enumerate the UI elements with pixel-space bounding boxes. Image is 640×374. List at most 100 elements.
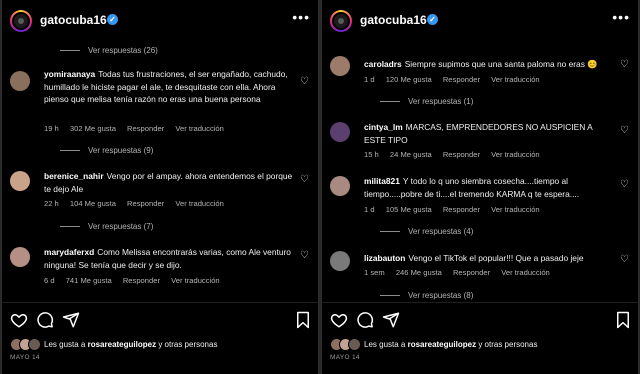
comment-time: 6 d — [44, 276, 55, 285]
comment-meta: 19 h 302 Me gusta Responder Ver traducci… — [44, 124, 233, 133]
view-replies-link[interactable]: Ver respuestas (7) — [60, 222, 153, 231]
heart-icon[interactable] — [330, 311, 348, 329]
comment-username[interactable]: milita821 — [364, 176, 400, 186]
liker-username[interactable]: rosareateguilopez — [88, 340, 156, 349]
reply-button[interactable]: Responder — [127, 124, 164, 133]
post-footer: Les gusta a rosareateguilopez y otras pe… — [2, 302, 318, 374]
comment-like-heart-icon[interactable]: ♡ — [300, 175, 310, 185]
comment-likes[interactable]: 120 Me gusta — [386, 75, 432, 84]
translate-button[interactable]: Ver traducción — [171, 276, 220, 285]
comment-like-heart-icon[interactable]: ♡ — [300, 77, 310, 87]
comment-icon[interactable] — [36, 311, 54, 329]
comment-username[interactable]: caroladrs — [364, 59, 402, 69]
comment-text: Vengo el TikTok el popular!!! Que a pasa… — [408, 253, 584, 263]
comment-body: yomiraanaya Todas tus frustraciones, el s… — [44, 68, 294, 106]
reply-button[interactable]: Responder — [127, 199, 164, 208]
translate-button[interactable]: Ver traducción — [491, 75, 540, 84]
comment-meta: 15 h 24 Me gusta Responder Ver traducció… — [364, 150, 549, 159]
post-username[interactable]: gatocuba16 — [40, 13, 107, 27]
view-replies-link[interactable]: Ver respuestas (9) — [60, 146, 153, 155]
reply-button[interactable]: Responder — [443, 205, 480, 214]
comment-body: caroladrs Siempre supimos que una santa p… — [364, 58, 614, 71]
share-icon[interactable] — [62, 311, 80, 329]
reply-button[interactable]: Responder — [123, 276, 160, 285]
comment-like-heart-icon[interactable]: ♡ — [620, 60, 630, 70]
comments-list: caroladrs Siempre supimos que una santa p… — [322, 40, 638, 302]
liker-username[interactable]: rosareateguilopez — [408, 340, 476, 349]
post-header: gatocuba16 ✓ ••• — [2, 0, 318, 40]
profile-avatar[interactable] — [10, 10, 32, 32]
profile-avatar[interactable] — [330, 10, 352, 32]
view-replies-link[interactable]: Ver respuestas (26) — [60, 46, 158, 55]
comment-likes[interactable]: 741 Me gusta — [66, 276, 112, 285]
comment-like-heart-icon[interactable]: ♡ — [300, 251, 310, 261]
commenter-avatar[interactable] — [330, 122, 350, 142]
translate-button[interactable]: Ver traducción — [175, 124, 224, 133]
comment-username[interactable]: berenice_nahir — [44, 171, 104, 181]
comment-likes[interactable]: 105 Me gusta — [386, 205, 432, 214]
comment-body: marydaferxd Como Melissa encontrarás vari… — [44, 246, 294, 271]
left-post-panel: gatocuba16 ✓ ••• Ver respuestas (26) yom… — [2, 0, 318, 374]
comment-username[interactable]: lizabauton — [364, 253, 405, 263]
liker-avatar — [348, 338, 361, 351]
post-header: gatocuba16 ✓ ••• — [322, 0, 638, 40]
commenter-avatar[interactable] — [330, 56, 350, 76]
verified-badge-icon: ✓ — [427, 14, 438, 25]
comment-meta: 6 d 741 Me gusta Responder Ver traducció… — [44, 276, 229, 285]
comment-body: cintya_lm MARCAS, EMPRENDEDORES NO AUSPIC… — [364, 121, 614, 146]
comment-text: Siempre supimos que una santa paloma no … — [404, 59, 598, 69]
comment-time: 19 h — [44, 124, 59, 133]
comment-like-heart-icon[interactable]: ♡ — [620, 255, 630, 265]
post-date: MAYO 14 — [10, 354, 40, 361]
view-replies-link[interactable]: Ver respuestas (1) — [380, 97, 473, 106]
comment-likes[interactable]: 246 Me gusta — [396, 268, 442, 277]
more-options-icon[interactable]: ••• — [292, 9, 310, 25]
likes-text: Les gusta a rosareateguilopez y otras pe… — [364, 340, 538, 349]
view-replies-link[interactable]: Ver respuestas (8) — [380, 291, 473, 300]
comment-time: 22 h — [44, 199, 59, 208]
post-date: MAYO 14 — [330, 354, 360, 361]
commenter-avatar[interactable] — [10, 171, 30, 191]
comment-meta: 1 d 120 Me gusta Responder Ver traducció… — [364, 75, 549, 84]
commenter-avatar[interactable] — [10, 247, 30, 267]
post-username[interactable]: gatocuba16 — [360, 13, 427, 27]
comment-likes[interactable]: 104 Me gusta — [70, 199, 116, 208]
right-post-panel: gatocuba16 ✓ ••• caroladrs Siempre supimo… — [322, 0, 638, 374]
commenter-avatar[interactable] — [330, 251, 350, 271]
commenter-avatar[interactable] — [10, 71, 30, 91]
more-options-icon[interactable]: ••• — [612, 9, 630, 25]
comment-body: milita821 Y todo lo q uno siembra cosecha… — [364, 175, 614, 200]
likes-text: Les gusta a rosareateguilopez y otras pe… — [44, 340, 218, 349]
view-replies-link[interactable]: Ver respuestas (4) — [380, 227, 473, 236]
commenter-avatar[interactable] — [330, 176, 350, 196]
reply-button[interactable]: Responder — [443, 150, 480, 159]
comment-time: 1 d — [364, 75, 375, 84]
liker-avatar — [28, 338, 41, 351]
verified-badge-icon: ✓ — [107, 14, 118, 25]
comments-list: Ver respuestas (26) yomiraanaya Todas tus… — [2, 40, 318, 302]
comment-likes[interactable]: 302 Me gusta — [70, 124, 116, 133]
heart-icon[interactable] — [10, 311, 28, 329]
comment-meta: 1 d 105 Me gusta Responder Ver traducció… — [364, 205, 549, 214]
comment-likes[interactable]: 24 Me gusta — [390, 150, 432, 159]
comment-body: lizabauton Vengo el TikTok el popular!!! … — [364, 252, 614, 265]
reply-button[interactable]: Responder — [443, 75, 480, 84]
comment-like-heart-icon[interactable]: ♡ — [620, 180, 630, 190]
post-footer: Les gusta a rosareateguilopez y otras pe… — [322, 302, 638, 374]
comment-username[interactable]: marydaferxd — [44, 247, 94, 257]
bookmark-icon[interactable] — [294, 311, 312, 329]
comment-meta: 1 sem 246 Me gusta Responder Ver traducc… — [364, 268, 559, 277]
translate-button[interactable]: Ver traducción — [491, 205, 540, 214]
comment-username[interactable]: yomiraanaya — [44, 69, 95, 79]
comment-icon[interactable] — [356, 311, 374, 329]
translate-button[interactable]: Ver traducción — [501, 268, 550, 277]
translate-button[interactable]: Ver traducción — [491, 150, 540, 159]
comment-like-heart-icon[interactable]: ♡ — [620, 126, 630, 136]
bookmark-icon[interactable] — [614, 311, 632, 329]
comment-time: 15 h — [364, 150, 379, 159]
reply-button[interactable]: Responder — [453, 268, 490, 277]
comment-body: berenice_nahir Vengo por el ampay. ahora … — [44, 170, 294, 195]
translate-button[interactable]: Ver traducción — [175, 199, 224, 208]
comment-username[interactable]: cintya_lm — [364, 122, 403, 132]
share-icon[interactable] — [382, 311, 400, 329]
